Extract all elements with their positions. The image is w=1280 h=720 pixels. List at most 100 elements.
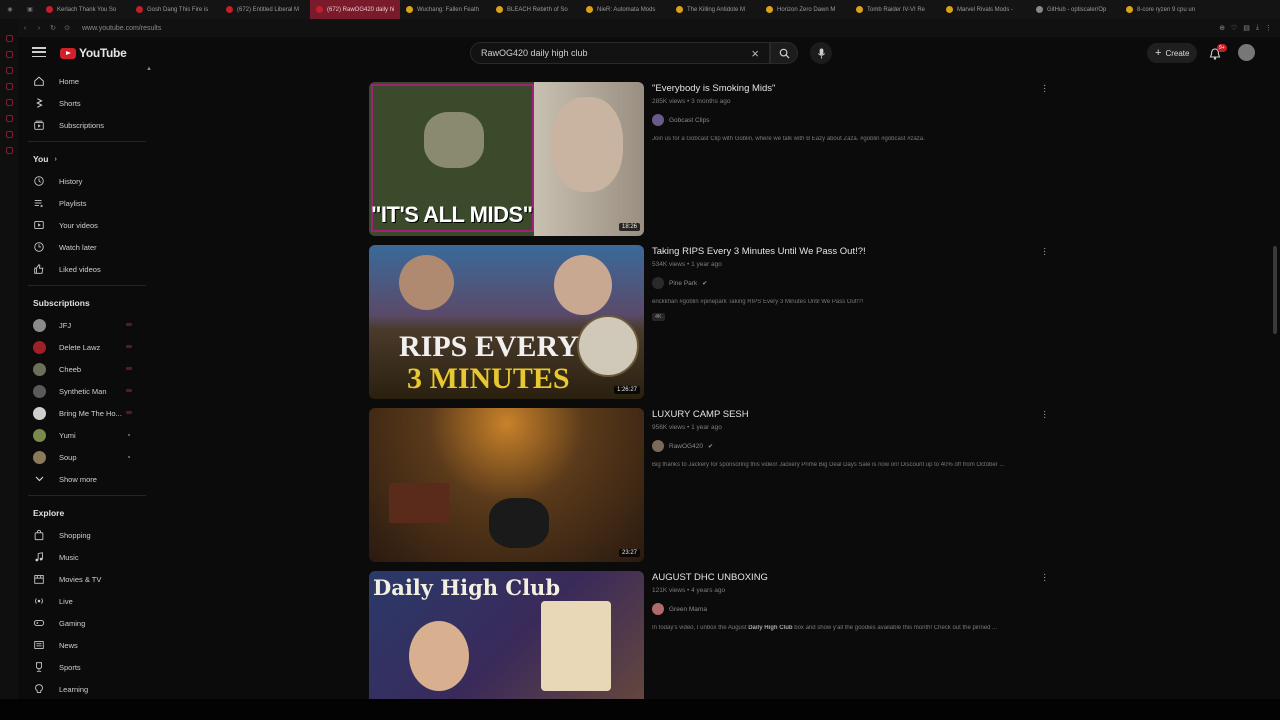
you-section-header[interactable]: You › (18, 148, 150, 170)
channel-avatar (33, 450, 46, 464)
browser-tab[interactable]: Tomb Raider IV-VI Re (850, 0, 940, 19)
channel-avatar (33, 384, 46, 398)
voice-search-button[interactable] (810, 42, 832, 64)
url-field[interactable]: www.youtube.com/results (82, 25, 161, 32)
sidebar-item-home[interactable]: Home (18, 70, 150, 92)
sidebar-app-icon[interactable] (5, 35, 13, 42)
sidebar-item-your-videos[interactable]: Your videos (18, 214, 150, 236)
forward-icon[interactable]: › (32, 25, 46, 32)
download-icon[interactable]: ⤓ (1256, 24, 1259, 32)
video-title[interactable]: Taking RIPS Every 3 Minutes Until We Pas… (652, 246, 1052, 257)
tab-favicon-icon (586, 6, 593, 13)
subscription-item[interactable]: Delete Lawz (18, 336, 150, 358)
sidebar-app-icon[interactable] (5, 83, 13, 90)
taskbar-strip (0, 699, 1280, 720)
tab-favicon-icon (136, 6, 143, 13)
sidebar-item-shopping[interactable]: Shopping (18, 524, 150, 546)
browser-tab[interactable]: Horizon Zero Dawn M (760, 0, 850, 19)
channel-link[interactable]: Pine Park ✔ (652, 277, 1052, 289)
sidebar-item-liked-videos[interactable]: Liked videos (18, 258, 150, 280)
sidebar-item-movies-tv[interactable]: Movies & TV (18, 568, 150, 590)
logo-text: YouTube (79, 46, 127, 60)
subscription-item[interactable]: Bring Me The Ho... (18, 402, 150, 424)
back-icon[interactable]: ‹ (18, 25, 32, 32)
video-result[interactable]: RIPS EVERY 3 MINUTES 1:26:27 Taking RIPS Ev… (369, 244, 1059, 408)
more-actions-icon[interactable]: · · · (1043, 570, 1047, 586)
sidebar-item-news[interactable]: News (18, 634, 150, 656)
browser-tab[interactable]: 8-core ryzen 9 cpu un (1120, 0, 1210, 19)
browser-tab[interactable]: (672) Entitled Liberal M (220, 0, 310, 19)
channel-avatar (33, 340, 46, 354)
search-input[interactable]: RawOG420 daily high club × (470, 42, 770, 64)
video-thumbnail[interactable]: Daily High Club (369, 571, 644, 699)
video-title[interactable]: "Everybody is Smoking Mids" (652, 83, 1052, 94)
sidebar-item-shorts[interactable]: Shorts (18, 92, 150, 114)
sidebar-item-watch-later[interactable]: Watch later (18, 236, 150, 258)
account-avatar[interactable] (1238, 44, 1255, 61)
more-actions-icon[interactable]: · · · (1043, 82, 1047, 97)
settings-icon[interactable]: ⋮ (1265, 24, 1272, 32)
extension-icon[interactable]: ▤ (1243, 24, 1250, 32)
sidebar-item-sports[interactable]: Sports (18, 656, 150, 678)
youtube-logo[interactable]: YouTube (60, 46, 127, 60)
subscription-item[interactable]: Yumi (18, 424, 150, 446)
sidebar-scroll-up-icon[interactable]: ▲ (146, 66, 152, 72)
subscription-item[interactable]: Synthetic Man (18, 380, 150, 402)
sidebar-app-icon[interactable] (5, 51, 13, 58)
sidebar-item-live[interactable]: Live (18, 590, 150, 612)
video-thumbnail[interactable]: RIPS EVERY 3 MINUTES 1:26:27 (369, 245, 644, 399)
browser-tab[interactable]: Wuchang: Fallen Feath (400, 0, 490, 19)
sidebar-item-playlists[interactable]: Playlists (18, 192, 150, 214)
browser-tab[interactable]: GitHub - optiscaler/Op (1030, 0, 1120, 19)
video-title[interactable]: LUXURY CAMP SESH (652, 409, 1052, 420)
tab-favicon-icon (676, 6, 683, 13)
page-scrollbar[interactable] (1273, 246, 1277, 334)
sidebar-item-music[interactable]: Music (18, 546, 150, 568)
more-actions-icon[interactable]: · · · (1043, 244, 1047, 260)
video-result[interactable]: "IT'S ALL MIDS" 18:26 "Everybody is Smokin… (369, 82, 1059, 245)
sidebar-app-icon[interactable] (5, 131, 13, 138)
show-more-button[interactable]: Show more (18, 468, 150, 490)
upload-age: 1 year ago (691, 424, 722, 431)
browser-menu-icon[interactable]: ◉ (0, 6, 20, 13)
browser-tab[interactable]: Marvel Rivals Mods - (940, 0, 1030, 19)
create-button[interactable]: + Create (1147, 43, 1198, 63)
plus-icon: + (1155, 47, 1162, 59)
clear-search-icon[interactable]: × (751, 46, 759, 61)
tab-sidebar-icon[interactable]: ▣ (20, 6, 40, 13)
browser-tab[interactable]: NieR: Automata Mods (580, 0, 670, 19)
search-button[interactable] (770, 42, 798, 64)
hamburger-menu-icon[interactable] (32, 45, 46, 59)
subscription-item[interactable]: Cheeb (18, 358, 150, 380)
tab-title: Kerlach Thank You So (57, 6, 117, 13)
video-result[interactable]: Daily High Club AUGUST DHC UNBOXING 121K v… (369, 570, 1059, 699)
browser-tab[interactable]: The Killing Antidote M (670, 0, 760, 19)
video-meta: LUXURY CAMP SESH 956K views • 1 year ago R… (652, 408, 1052, 468)
channel-link[interactable]: Gobcast Clips (652, 114, 1052, 126)
bookmark-icon[interactable]: ♡ (1231, 24, 1237, 32)
zoom-icon[interactable]: ⊕ (1219, 24, 1225, 32)
channel-link[interactable]: Green Mama (652, 603, 1052, 615)
browser-tab[interactable]: Gosh Dang This Fire is (130, 0, 220, 19)
video-title[interactable]: AUGUST DHC UNBOXING (652, 572, 1052, 583)
site-info-icon[interactable]: ⊙ (60, 24, 74, 32)
channel-link[interactable]: RawOG420 ✔ (652, 440, 1052, 452)
sidebar-app-icon[interactable] (5, 115, 13, 122)
sidebar-app-icon[interactable] (5, 67, 13, 74)
sidebar-app-icon[interactable] (5, 99, 13, 106)
subscription-item[interactable]: JFJ (18, 314, 150, 336)
sidebar-item-subscriptions[interactable]: Subscriptions (18, 114, 150, 136)
video-thumbnail[interactable]: "IT'S ALL MIDS" 18:26 (369, 82, 644, 236)
video-thumbnail[interactable]: 23:27 (369, 408, 644, 562)
sidebar-app-icon[interactable] (5, 147, 13, 154)
browser-tab[interactable]: (672) RawOG420 daily hi (310, 0, 400, 19)
sidebar-item-gaming[interactable]: Gaming (18, 612, 150, 634)
sidebar-item-history[interactable]: History (18, 170, 150, 192)
browser-tab[interactable]: BLEACH Rebirth of So (490, 0, 580, 19)
more-actions-icon[interactable]: · · · (1043, 407, 1047, 423)
browser-tab[interactable]: Kerlach Thank You So (40, 0, 130, 19)
video-result[interactable]: 23:27 LUXURY CAMP SESH 956K views • 1 year… (369, 407, 1059, 571)
reload-icon[interactable]: ↻ (46, 24, 60, 32)
subscription-item[interactable]: Soup (18, 446, 150, 468)
sidebar-item-learning[interactable]: Learning (18, 678, 150, 699)
